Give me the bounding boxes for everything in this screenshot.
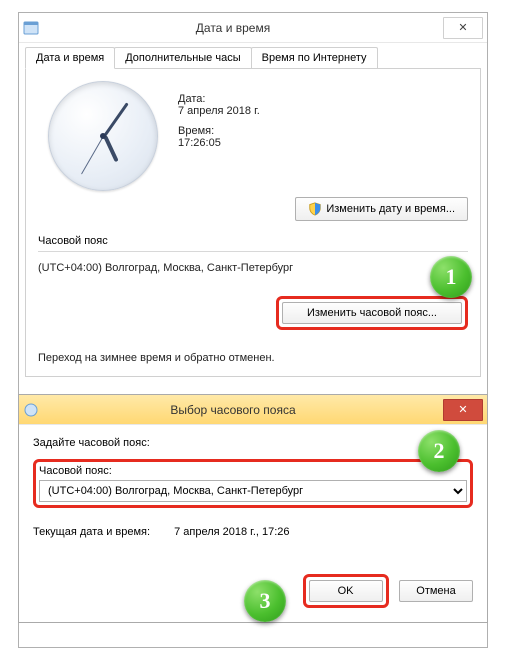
tz-section-label: Часовой пояс [38, 235, 468, 247]
time-label: Время: [178, 125, 260, 137]
dialog-title: Выбор часового пояса [23, 403, 443, 417]
uac-shield-icon [308, 202, 322, 216]
tab-internet-time[interactable]: Время по Интернету [251, 47, 378, 68]
tab-additional-clocks[interactable]: Дополнительные часы [114, 47, 251, 68]
change-timezone-label: Изменить часовой пояс... [307, 307, 437, 319]
dialog-prompt: Задайте часовой пояс: [33, 437, 473, 449]
date-value: 7 апреля 2018 г. [178, 105, 260, 117]
cancel-button[interactable]: Отмена [399, 580, 473, 602]
date-label: Дата: [178, 93, 260, 105]
tab-date-time[interactable]: Дата и время [25, 47, 115, 69]
dialog-titlebar: Выбор часового пояса ✕ [19, 395, 487, 425]
tz-current-value: (UTC+04:00) Волгоград, Москва, Санкт-Пет… [38, 262, 468, 274]
dst-note: Переход на зимнее время и обратно отмене… [38, 352, 468, 364]
analog-clock [48, 81, 158, 191]
highlight-tz-select: Часовой пояс: (UTC+04:00) Волгоград, Мос… [33, 459, 473, 508]
close-icon: ✕ [458, 21, 467, 34]
step-marker-2: 2 [418, 430, 460, 472]
highlight-change-tz: Изменить часовой пояс... [276, 296, 468, 330]
tab-panel: Дата: 7 апреля 2018 г. Время: 17:26:05 И… [25, 68, 481, 377]
current-datetime-row: Текущая дата и время: 7 апреля 2018 г., … [33, 526, 473, 538]
close-button[interactable]: ✕ [443, 17, 483, 39]
cancel-label: Отмена [416, 585, 455, 597]
ok-button[interactable]: OK [309, 580, 383, 602]
step-marker-3: 3 [244, 580, 286, 622]
titlebar: Дата и время ✕ [19, 13, 487, 43]
time-value: 17:26:05 [178, 137, 260, 149]
dialog-close-button[interactable]: ✕ [443, 399, 483, 421]
tz-group-label: Часовой пояс: [39, 465, 467, 477]
change-timezone-button[interactable]: Изменить часовой пояс... [282, 302, 462, 324]
change-date-time-label: Изменить дату и время... [326, 203, 455, 215]
timezone-select[interactable]: (UTC+04:00) Волгоград, Москва, Санкт-Пет… [39, 480, 467, 502]
close-icon: ✕ [458, 403, 467, 416]
current-datetime-label: Текущая дата и время: [33, 526, 150, 538]
divider [38, 251, 468, 252]
current-datetime-value: 7 апреля 2018 г., 17:26 [174, 526, 289, 538]
ok-label: OK [338, 585, 354, 597]
tz-group: Часовой пояс: (UTC+04:00) Волгоград, Мос… [39, 465, 467, 502]
step-marker-1: 1 [430, 256, 472, 298]
window-title: Дата и время [23, 21, 443, 35]
tabstrip: Дата и время Дополнительные часы Время п… [19, 43, 487, 68]
date-time-info: Дата: 7 апреля 2018 г. Время: 17:26:05 [178, 81, 260, 191]
highlight-ok: OK [303, 574, 389, 608]
change-date-time-button[interactable]: Изменить дату и время... [295, 197, 468, 221]
